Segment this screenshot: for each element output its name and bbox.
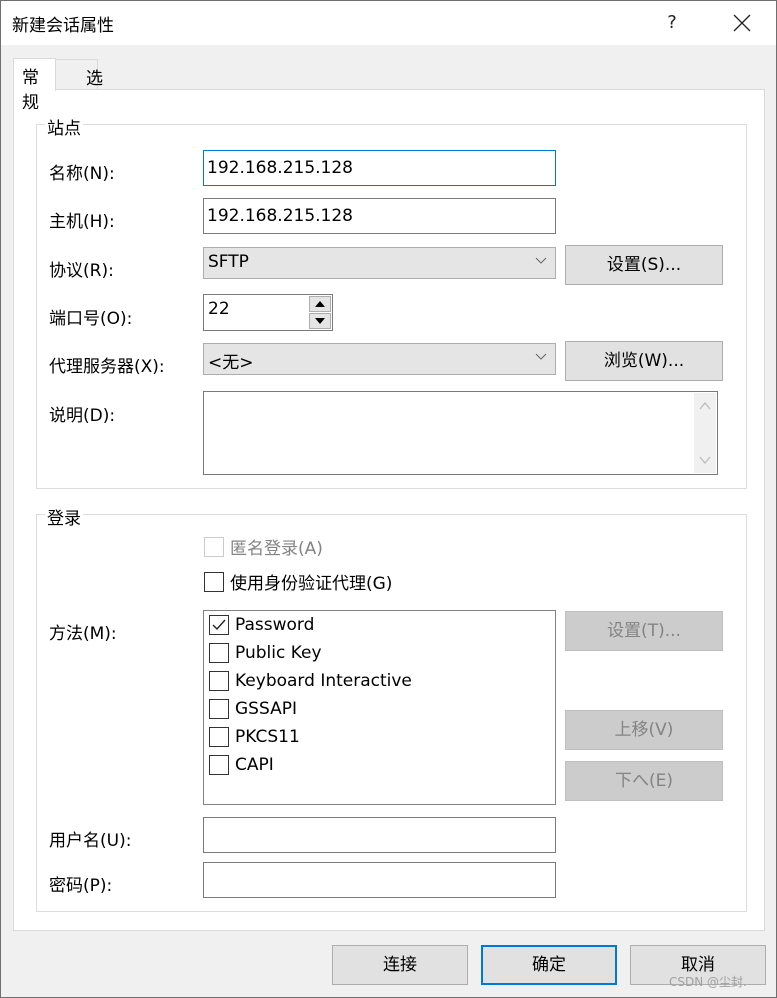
auth-method-capi[interactable]: CAPI <box>209 755 274 775</box>
auth-method-label: Public Key <box>235 643 322 663</box>
keyboard-interactive-checkbox[interactable] <box>209 671 229 691</box>
name-label: 名称(N): <box>49 164 115 184</box>
auth-method-label: GSSAPI <box>235 699 297 719</box>
description-label: 说明(D): <box>49 406 116 426</box>
name-input[interactable] <box>203 150 556 186</box>
ok-button[interactable]: 确定 <box>481 945 617 985</box>
title-bar: 新建会话属性 ? <box>1 1 776 45</box>
proxy-select[interactable]: <无> <box>203 343 556 375</box>
method-settings-button[interactable]: 设置(T)... <box>565 611 723 651</box>
tab-general[interactable]: 常规 <box>13 58 56 113</box>
move-down-button[interactable]: 下へ(E) <box>565 761 723 801</box>
username-label: 用户名(U): <box>49 831 132 851</box>
auth-agent-checkbox[interactable]: 使用身份验证代理(G) <box>204 569 392 594</box>
scroll-up-icon[interactable] <box>699 401 711 411</box>
port-decrement-button[interactable] <box>309 313 331 329</box>
port-label: 端口号(O): <box>49 309 133 329</box>
tab-options[interactable]: 选项 <box>55 59 103 114</box>
auth-method-gssapi[interactable]: GSSAPI <box>209 699 297 719</box>
anonymous-login-label: 匿名登录(A) <box>230 539 323 559</box>
chevron-down-icon <box>535 353 547 360</box>
port-value: 22 <box>208 299 230 319</box>
description-textarea[interactable] <box>203 391 718 475</box>
auth-method-label: PKCS11 <box>235 727 300 747</box>
close-icon <box>733 14 751 32</box>
auth-method-list[interactable]: Password Public Key Keyboard Interactive… <box>203 610 556 805</box>
port-increment-button[interactable] <box>309 296 331 312</box>
scroll-down-icon[interactable] <box>699 455 711 465</box>
dialog-title: 新建会话属性 <box>12 16 114 36</box>
auth-method-label: CAPI <box>235 755 274 775</box>
anonymous-login-checkbox[interactable]: 匿名登录(A) <box>204 534 323 559</box>
auth-method-public-key[interactable]: Public Key <box>209 643 322 663</box>
description-scrollbar[interactable] <box>694 393 716 473</box>
help-button[interactable]: ? <box>657 7 687 39</box>
port-spinbox[interactable]: 22 <box>203 294 333 331</box>
anonymous-login-box[interactable] <box>204 536 224 557</box>
protocol-select-value: SFTP <box>208 252 249 272</box>
connect-button[interactable]: 连接 <box>332 945 468 985</box>
capi-checkbox[interactable] <box>209 755 229 775</box>
auth-agent-box[interactable] <box>204 571 224 592</box>
proxy-label: 代理服务器(X): <box>49 357 165 377</box>
auth-method-label: Password <box>235 615 315 635</box>
password-input[interactable] <box>203 862 556 898</box>
auth-method-password[interactable]: Password <box>209 615 314 635</box>
checkmark-icon <box>212 619 226 631</box>
browse-proxy-button[interactable]: 浏览(W)... <box>565 341 723 381</box>
tab-general-label: 常规 <box>22 68 39 113</box>
chevron-down-icon <box>535 257 547 264</box>
auth-method-keyboard-interactive[interactable]: Keyboard Interactive <box>209 671 412 691</box>
host-label: 主机(H): <box>49 212 115 232</box>
triangle-up-icon <box>315 301 325 307</box>
triangle-down-icon <box>315 318 325 324</box>
protocol-settings-button[interactable]: 设置(S)... <box>565 245 723 285</box>
auth-method-pkcs11[interactable]: PKCS11 <box>209 727 300 747</box>
pkcs11-checkbox[interactable] <box>209 727 229 747</box>
login-group-legend: 登录 <box>45 504 83 529</box>
site-group-legend: 站点 <box>45 114 83 139</box>
protocol-select[interactable]: SFTP <box>203 247 556 279</box>
move-up-button[interactable]: 上移(V) <box>565 710 723 750</box>
auth-method-label: Keyboard Interactive <box>235 671 412 691</box>
public-key-checkbox[interactable] <box>209 643 229 663</box>
auth-agent-label: 使用身份验证代理(G) <box>230 574 393 594</box>
close-button[interactable] <box>723 7 761 39</box>
proxy-select-value: <无> <box>208 353 254 373</box>
password-checkbox[interactable] <box>209 615 229 635</box>
gssapi-checkbox[interactable] <box>209 699 229 719</box>
username-input[interactable] <box>203 817 556 853</box>
session-properties-dialog: 新建会话属性 ? 选项 常规 站点 名称(N): 主机(H): 协议(R): S… <box>0 0 777 998</box>
password-label: 密码(P): <box>49 876 113 896</box>
method-label: 方法(M): <box>49 624 117 644</box>
watermark: CSDN @尘封. <box>669 975 747 989</box>
host-input[interactable] <box>203 198 556 234</box>
protocol-label: 协议(R): <box>49 261 114 281</box>
